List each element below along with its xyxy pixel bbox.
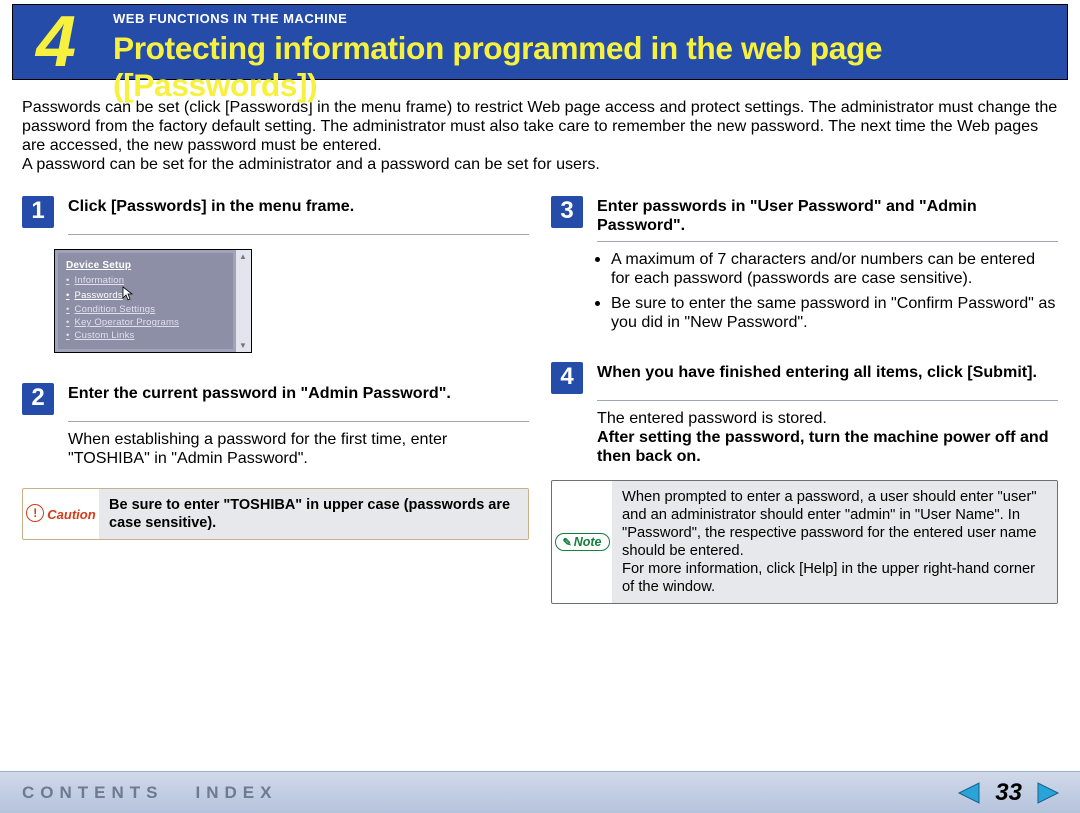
step-2-title: Enter the current password in "Admin Pas… (68, 383, 529, 403)
step-4-body: The entered password is stored. After se… (597, 409, 1058, 466)
step-4-line-1: The entered password is stored. (597, 409, 1058, 428)
page-root: { "header": { "chapter_number": "4", "br… (0, 4, 1080, 813)
step-3-header: 3 Enter passwords in "User Password" and… (551, 196, 1058, 235)
device-setup-item-condition: Condition Settings (66, 303, 225, 316)
step-1: 1 Click [Passwords] in the menu frame. D… (22, 196, 529, 353)
page-title: Protecting information programmed in the… (113, 30, 1057, 104)
note-box: ✎ Note When prompted to enter a password… (551, 480, 1058, 604)
chapter-number-badge: 4 (13, 5, 99, 79)
prev-page-button[interactable] (955, 780, 983, 806)
step-4-title: When you have finished entering all item… (597, 362, 1058, 382)
note-pill: ✎ Note (555, 533, 610, 551)
pencil-icon: ✎ (563, 536, 572, 549)
step-2-header: 2 Enter the current password in "Admin P… (22, 383, 529, 415)
contents-link[interactable]: CONTENTS (22, 783, 164, 803)
note-label-text: Note (574, 535, 602, 549)
next-page-button[interactable] (1034, 780, 1062, 806)
caution-text: Be sure to enter "TOSHIBA" in upper case… (99, 489, 528, 539)
device-setup-item-keyoperator: Key Operator Programs (66, 316, 225, 329)
left-column: 1 Click [Passwords] in the menu frame. D… (22, 196, 529, 614)
device-setup-item-passwords-label: Passwords (75, 290, 123, 301)
steps-columns: 1 Click [Passwords] in the menu frame. D… (22, 196, 1058, 614)
step-2-body: When establishing a password for the fir… (68, 430, 529, 468)
step-4-number: 4 (551, 362, 583, 394)
note-label-wrap: ✎ Note (552, 481, 612, 603)
step-3-separator (597, 241, 1058, 242)
step-4-separator (597, 400, 1058, 401)
step-3-bullet-1: A maximum of 7 characters and/or numbers… (611, 250, 1058, 288)
step-2-separator (68, 421, 529, 422)
step-1-title: Click [Passwords] in the menu frame. (68, 196, 529, 216)
step-1-separator (68, 234, 529, 235)
step-3: 3 Enter passwords in "User Password" and… (551, 196, 1058, 332)
header-titles: WEB FUNCTIONS IN THE MACHINE Protecting … (113, 11, 1057, 104)
device-setup-menu: Device Setup Information Passwords Condi… (54, 249, 252, 353)
page-number: 33 (995, 779, 1022, 807)
cursor-icon (123, 288, 135, 302)
step-4-line-2: After setting the password, turn the mac… (597, 428, 1058, 466)
page-header: 4 WEB FUNCTIONS IN THE MACHINE Protectin… (12, 4, 1068, 80)
page-footer: CONTENTS INDEX 33 (0, 771, 1080, 813)
intro-text: Passwords can be set (click [Passwords] … (22, 98, 1058, 174)
chapter-number: 4 (36, 6, 76, 78)
step-3-title: Enter passwords in "User Password" and "… (597, 196, 1058, 235)
caution-box: ! Caution Be sure to enter "TOSHIBA" in … (22, 488, 529, 540)
step-4-header: 4 When you have finished entering all it… (551, 362, 1058, 394)
step-4: 4 When you have finished entering all it… (551, 362, 1058, 604)
caution-label: ! Caution (23, 489, 99, 539)
step-3-number: 3 (551, 196, 583, 228)
breadcrumb: WEB FUNCTIONS IN THE MACHINE (113, 11, 1057, 26)
mini-scrollbar (236, 250, 251, 352)
device-setup-item-information: Information (66, 274, 225, 287)
device-setup-item-custom: Custom Links (66, 329, 225, 342)
step-3-bullet-2: Be sure to enter the same password in "C… (611, 294, 1058, 332)
device-setup-menu-inner: Device Setup Information Passwords Condi… (58, 253, 233, 349)
index-link[interactable]: INDEX (196, 783, 278, 803)
device-setup-item-passwords: Passwords (66, 287, 225, 303)
caution-icon: ! (26, 504, 44, 522)
step-3-body: A maximum of 7 characters and/or numbers… (597, 250, 1058, 332)
right-column: 3 Enter passwords in "User Password" and… (551, 196, 1058, 614)
step-2-number: 2 (22, 383, 54, 415)
step-1-header: 1 Click [Passwords] in the menu frame. (22, 196, 529, 228)
device-setup-title: Device Setup (66, 260, 225, 271)
step-2: 2 Enter the current password in "Admin P… (22, 383, 529, 540)
note-text: When prompted to enter a password, a use… (612, 481, 1057, 603)
caution-label-text: Caution (47, 507, 95, 522)
step-1-number: 1 (22, 196, 54, 228)
